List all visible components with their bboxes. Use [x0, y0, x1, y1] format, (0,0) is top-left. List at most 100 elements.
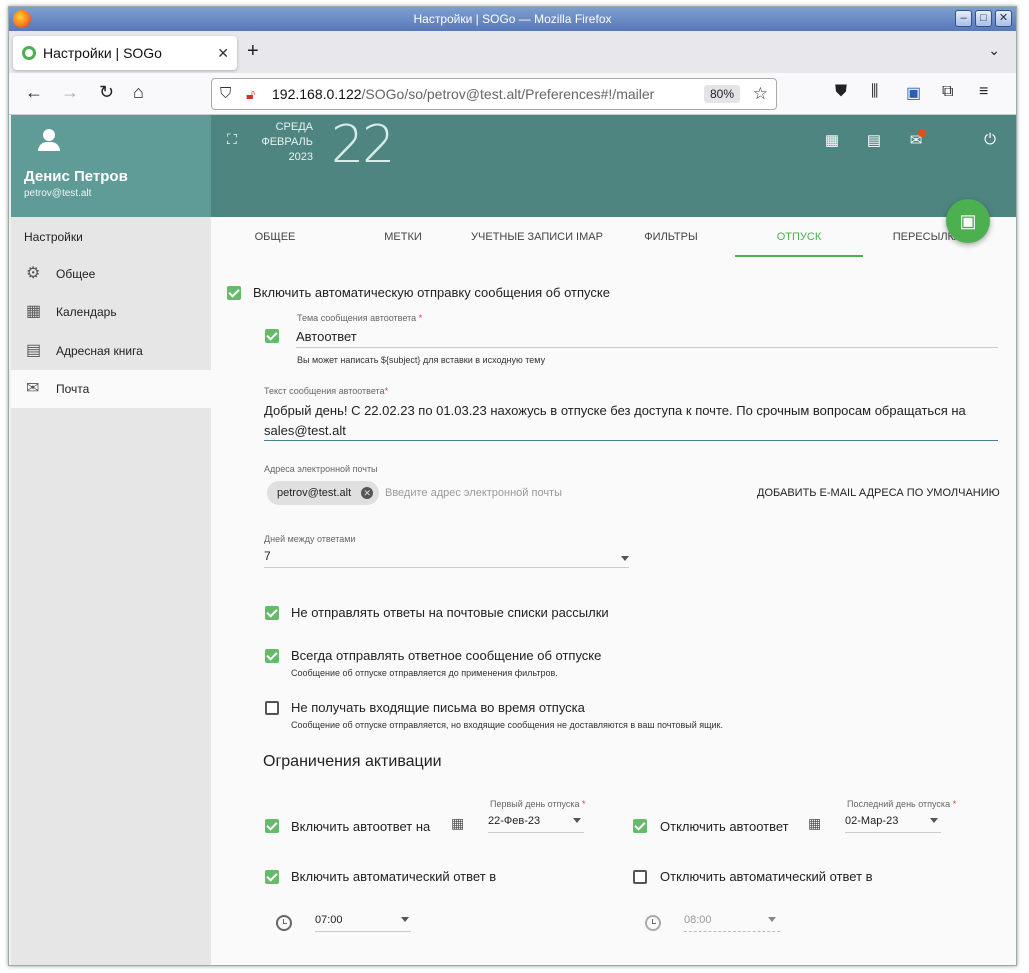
close-window-button[interactable]: ✕: [995, 10, 1012, 27]
extension-icon[interactable]: ▣: [906, 83, 921, 103]
no-mailing-lists-checkbox[interactable]: [265, 606, 279, 620]
preferences-tabs: ОБЩЕЕ МЕТКИ УЧЕТНЫЕ ЗАПИСИ IMAP ФИЛЬТРЫ …: [211, 217, 1016, 257]
sidebar-item-label: Адресная книга: [56, 344, 143, 358]
sidebar-item-addressbook[interactable]: ▤ Адресная книга: [11, 332, 211, 370]
browser-tab[interactable]: Настройки | SOGo ✕: [13, 36, 237, 70]
remove-chip-icon[interactable]: ✕: [361, 487, 374, 499]
email-input[interactable]: Введите адрес электронной почты: [385, 487, 562, 499]
sidebar-item-label: Календарь: [56, 305, 117, 319]
window-title: Настройки | SOGo — Mozilla Firefox: [413, 12, 612, 26]
contacts-app-icon[interactable]: ▤: [865, 131, 883, 149]
back-icon[interactable]: ←: [25, 82, 43, 103]
url-bar[interactable]: ⛉ 🔓︎ 192.168.0.122/SOGo/so/petrov@test.a…: [211, 78, 777, 110]
user-panel: Денис Петров petrov@test.alt: [11, 115, 211, 217]
body-line-1[interactable]: Добрый день! С 22.02.23 по 01.03.23 нахо…: [264, 403, 966, 418]
extensions-puzzle-icon[interactable]: ⧉: [942, 83, 953, 101]
logout-power-icon[interactable]: ⏻: [981, 131, 999, 149]
enable-at-time-checkbox[interactable]: [265, 870, 279, 884]
sidebar-title: Настройки: [24, 230, 83, 244]
start-clock-icon[interactable]: [276, 915, 292, 931]
always-send-label: Всегда отправлять ответное сообщение об …: [291, 648, 602, 663]
disable-at-time-checkbox[interactable]: [633, 870, 647, 884]
save-icon: ▣: [959, 211, 977, 231]
days-dropdown-arrow-icon[interactable]: [621, 556, 629, 561]
discard-incoming-hint: Сообщение об отпуске отправляется, но вх…: [291, 720, 723, 730]
tab-labels[interactable]: МЕТКИ: [339, 217, 467, 257]
always-send-checkbox[interactable]: [265, 649, 279, 663]
enable-time-dropdown-arrow-icon[interactable]: [401, 917, 409, 922]
forward-icon[interactable]: →: [61, 82, 79, 103]
enable-time-input[interactable]: 07:00: [315, 914, 343, 926]
notification-badge: [918, 129, 926, 137]
date-block: СРЕДА ФЕВРАЛЬ 2023: [251, 120, 313, 165]
month: ФЕВРАЛЬ: [261, 136, 313, 148]
enable-vacation-label: Включить автоматическую отправку сообщен…: [253, 285, 610, 300]
fullscreen-icon[interactable]: ⛶: [227, 131, 237, 148]
add-default-emails-button[interactable]: ДОБАВИТЬ E-MAIL АДРЕСА ПО УМОЛЧАНИЮ: [757, 487, 1000, 499]
end-calendar-icon[interactable]: ▦: [808, 815, 821, 832]
save-button[interactable]: ▣: [946, 199, 990, 243]
subject-input[interactable]: Автоответ: [296, 329, 357, 344]
last-day-dropdown-arrow-icon[interactable]: [930, 818, 938, 823]
mail-icon: ✉: [26, 380, 40, 397]
start-calendar-icon[interactable]: ▦: [451, 815, 464, 832]
user-email: petrov@test.alt: [24, 188, 92, 199]
first-day-underline: [488, 832, 584, 833]
calendar-icon: ▦: [26, 303, 42, 320]
close-tab-icon[interactable]: ✕: [217, 36, 229, 70]
enable-vacation-checkbox[interactable]: [227, 286, 241, 300]
shield-icon[interactable]: ⛉: [220, 79, 231, 109]
minimize-button[interactable]: –: [955, 10, 972, 27]
first-day-dropdown-arrow-icon[interactable]: [573, 818, 581, 823]
insecure-lock-icon[interactable]: 🔓︎: [246, 79, 255, 109]
days-select[interactable]: 7: [264, 549, 271, 563]
sidebar-item-label: Почта: [56, 382, 90, 396]
end-clock-icon: [645, 915, 661, 931]
first-day-input[interactable]: 22-Фев-23: [488, 815, 540, 827]
day-number: 22: [331, 115, 395, 175]
discard-incoming-checkbox[interactable]: [265, 701, 279, 715]
tab-vacation[interactable]: ОТПУСК: [735, 217, 863, 257]
calendar-app-icon[interactable]: ▦: [823, 131, 841, 149]
sidebar: Денис Петров petrov@test.alt Настройки ⚙…: [11, 115, 211, 965]
home-icon[interactable]: ⌂: [133, 82, 144, 103]
menu-icon[interactable]: ≡: [979, 83, 988, 101]
sidebar-item-mail[interactable]: ✉ Почта: [11, 370, 211, 408]
disable-time-dropdown-arrow-icon: [768, 917, 776, 922]
tab-general[interactable]: ОБЩЕЕ: [211, 217, 339, 257]
email-chip[interactable]: petrov@test.alt ✕: [267, 481, 380, 505]
navigation-bar: ← → ↻ ⌂ ⛉ 🔓︎ 192.168.0.122/SOGo/so/petro…: [9, 73, 1016, 115]
pocket-icon[interactable]: ⛊: [835, 83, 847, 101]
new-tab-button[interactable]: +: [247, 40, 259, 63]
disable-on-date-checkbox[interactable]: [633, 819, 647, 833]
last-day-label: Последний день отпуска *: [847, 799, 957, 809]
enable-time-underline: [315, 931, 411, 932]
body-underline: [264, 440, 998, 441]
last-day-input[interactable]: 02-Мар-23: [845, 815, 898, 827]
bookmark-star-icon[interactable]: ☆: [753, 79, 768, 109]
always-send-hint: Сообщение об отпуске отправляется до при…: [291, 668, 558, 678]
reload-icon[interactable]: ↻: [99, 82, 114, 103]
sidebar-item-calendar[interactable]: ▦ Календарь: [11, 293, 211, 331]
zoom-level[interactable]: 80%: [703, 85, 740, 103]
email-chip-label: petrov@test.alt: [277, 487, 352, 499]
enable-on-date-checkbox[interactable]: [265, 819, 279, 833]
subject-underline: [296, 347, 998, 348]
tab-filters[interactable]: ФИЛЬТРЫ: [607, 217, 735, 257]
enable-at-time-label: Включить автоматический ответ в: [291, 869, 497, 884]
body-line-2[interactable]: sales@test.alt: [264, 423, 346, 438]
maximize-button[interactable]: □: [975, 10, 992, 27]
year: 2023: [288, 151, 313, 163]
body-label: Текст сообщения автоответа*: [264, 386, 389, 396]
tab-bar: Настройки | SOGo ✕ + ⌄: [9, 31, 1016, 73]
subject-enable-checkbox[interactable]: [265, 329, 279, 343]
disable-time-input: 08:00: [684, 914, 712, 926]
sidebar-item-label: Общее: [56, 267, 96, 281]
sidebar-item-general[interactable]: ⚙ Общее: [11, 255, 211, 293]
firefox-logo-icon: [13, 10, 31, 28]
days-label: Дней между ответами: [264, 534, 356, 544]
tab-imap-accounts[interactable]: УЧЕТНЫЕ ЗАПИСИ IMAP: [467, 217, 607, 257]
days-underline: [264, 567, 629, 568]
library-icon[interactable]: ⫼: [871, 83, 878, 101]
list-tabs-icon[interactable]: ⌄: [988, 42, 1000, 59]
